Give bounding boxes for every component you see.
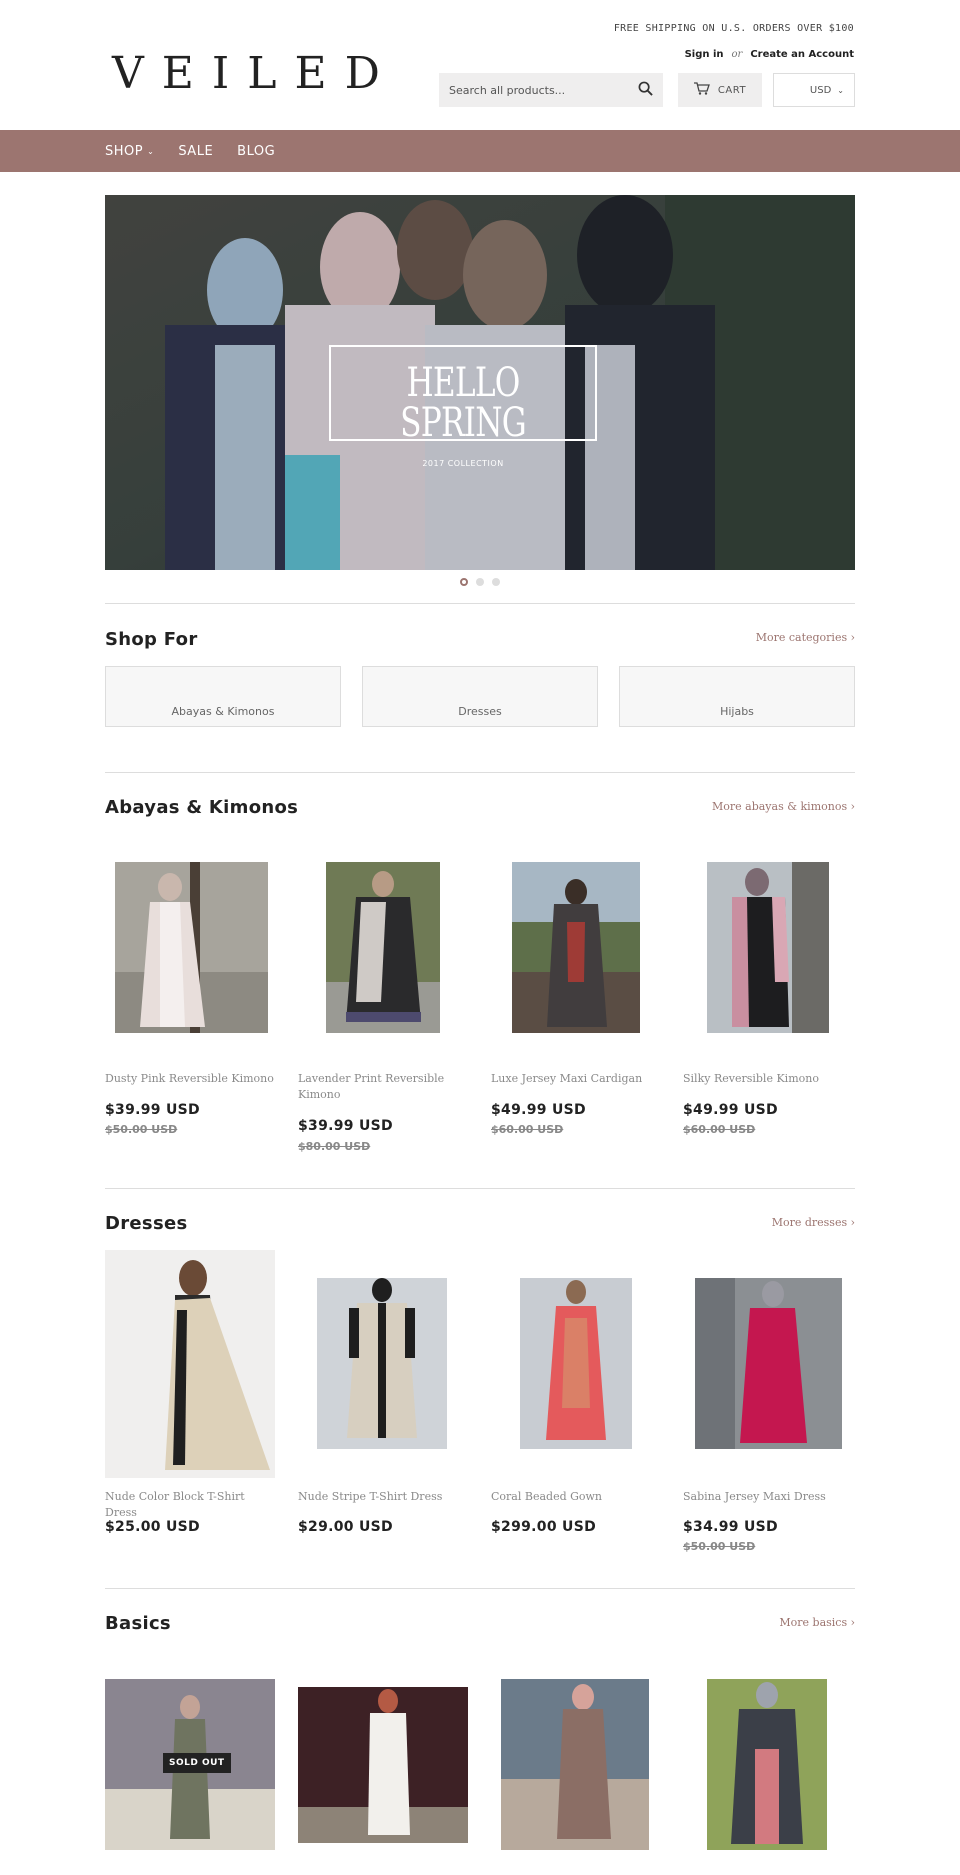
product-card[interactable]: Dusty Pink Reversible Kimono $39.99 USD … <box>105 862 277 1142</box>
divider <box>105 603 855 604</box>
product-image[interactable] <box>707 1679 827 1850</box>
sign-in-link[interactable]: Sign in <box>685 49 724 60</box>
nav-item-label: SALE <box>178 143 214 159</box>
slider-dots <box>0 578 960 586</box>
product-card[interactable] <box>501 1679 673 1850</box>
product-price: $39.99 USD <box>105 1102 200 1118</box>
product-name[interactable]: Sabina Jersey Maxi Dress <box>683 1489 855 1505</box>
nav-item-label: BLOG <box>237 143 276 159</box>
product-compare-price: $60.00 USD <box>683 1123 756 1136</box>
divider <box>105 772 855 773</box>
shop-for-title: Shop For <box>105 629 198 650</box>
more-categories-link[interactable]: More categories › <box>756 631 855 644</box>
abayas-section-title: Abayas & Kimonos <box>105 797 299 818</box>
product-card[interactable]: Nude Color Block T-Shirt Dress $25.00 US… <box>105 1250 277 1535</box>
product-card[interactable] <box>707 1679 879 1850</box>
basics-section-title: Basics <box>105 1613 171 1634</box>
currency-select[interactable]: USD ⌄ <box>773 73 855 107</box>
nav-item-label: SHOP <box>105 143 144 159</box>
more-basics-link[interactable]: More basics › <box>779 1616 855 1629</box>
hero-subtitle: 2017 COLLECTION <box>422 459 504 468</box>
chevron-down-icon: ⌄ <box>837 85 844 95</box>
product-image[interactable] <box>326 862 440 1033</box>
account-links: Sign in or Create an Account <box>685 49 854 60</box>
hero-slide[interactable]: HELLO SPRING 2017 COLLECTION <box>105 195 855 570</box>
nav-item-sale[interactable]: SALE <box>178 144 213 159</box>
shipping-banner: FREE SHIPPING ON U.S. ORDERS OVER $100 <box>613 23 854 34</box>
product-price: $34.99 USD <box>683 1519 778 1535</box>
sold-out-badge: SOLD OUT <box>163 1753 231 1773</box>
product-card[interactable]: Nude Stripe T-Shirt Dress $29.00 USD <box>298 1250 470 1535</box>
product-name[interactable]: Coral Beaded Gown <box>491 1489 663 1505</box>
product-image[interactable] <box>695 1278 842 1449</box>
product-card[interactable]: Lavender Print Reversible Kimono $39.99 … <box>298 862 470 1153</box>
product-name[interactable]: Dusty Pink Reversible Kimono <box>105 1071 277 1087</box>
cart-label: CART <box>717 84 747 96</box>
product-price: $25.00 USD <box>105 1519 200 1535</box>
search-icon[interactable] <box>638 81 653 100</box>
product-compare-price: $80.00 USD <box>298 1140 371 1153</box>
slider-dot[interactable] <box>492 578 500 586</box>
product-price: $29.00 USD <box>298 1519 393 1535</box>
main-nav: SHOP ⌄ SALE BLOG <box>0 130 960 172</box>
search-bar[interactable]: Search all products... <box>439 73 663 107</box>
product-price: $49.99 USD <box>491 1102 586 1118</box>
product-name[interactable]: Luxe Jersey Maxi Cardigan <box>491 1071 663 1087</box>
product-image[interactable] <box>317 1278 447 1449</box>
category-abayas-kimonos[interactable]: Abayas & Kimonos <box>105 666 341 727</box>
product-image[interactable] <box>707 862 829 1033</box>
more-dresses-link[interactable]: More dresses › <box>772 1216 855 1229</box>
create-account-link[interactable]: Create an Account <box>750 49 854 60</box>
product-card[interactable]: Silky Reversible Kimono $49.99 USD $60.0… <box>683 862 855 1142</box>
cart-icon <box>693 82 710 98</box>
product-name[interactable]: Nude Color Block T-Shirt Dress <box>105 1489 277 1521</box>
dresses-section-title: Dresses <box>105 1213 188 1234</box>
hero-caption-box: HELLO SPRING 2017 COLLECTION <box>329 345 597 468</box>
product-name[interactable]: Lavender Print Reversible Kimono <box>298 1071 470 1103</box>
search-input[interactable]: Search all products... <box>449 84 638 97</box>
product-compare-price: $50.00 USD <box>683 1540 756 1553</box>
product-price: $299.00 USD <box>491 1519 597 1535</box>
site-logo[interactable]: VEILED <box>112 48 398 99</box>
product-price: $49.99 USD <box>683 1102 778 1118</box>
product-compare-price: $60.00 USD <box>491 1123 564 1136</box>
product-image[interactable] <box>512 862 640 1033</box>
nav-item-shop[interactable]: SHOP ⌄ <box>105 144 154 159</box>
product-card[interactable]: Coral Beaded Gown $299.00 USD <box>491 1250 663 1535</box>
or-text: or <box>731 49 743 60</box>
product-image[interactable] <box>115 862 268 1033</box>
product-image[interactable] <box>501 1679 649 1850</box>
slider-dot[interactable] <box>476 578 484 586</box>
category-hijabs[interactable]: Hijabs <box>619 666 855 727</box>
chevron-down-icon: ⌄ <box>147 146 155 156</box>
product-compare-price: $50.00 USD <box>105 1123 178 1136</box>
product-card[interactable]: SOLD OUT <box>105 1679 277 1850</box>
category-dresses[interactable]: Dresses <box>362 666 598 727</box>
nav-item-blog[interactable]: BLOG <box>237 144 275 159</box>
site-header: VEILED FREE SHIPPING ON U.S. ORDERS OVER… <box>0 0 960 130</box>
product-card[interactable]: Sabina Jersey Maxi Dress $34.99 USD $50.… <box>683 1250 855 1553</box>
hero-title: HELLO SPRING <box>400 360 527 446</box>
divider <box>105 1188 855 1189</box>
product-image[interactable] <box>105 1250 275 1478</box>
product-image[interactable] <box>520 1278 632 1449</box>
product-name[interactable]: Silky Reversible Kimono <box>683 1071 855 1087</box>
product-name[interactable]: Nude Stripe T-Shirt Dress <box>298 1489 470 1505</box>
cart-button[interactable]: CART <box>678 73 762 107</box>
product-price: $39.99 USD <box>298 1118 393 1134</box>
product-card[interactable]: Luxe Jersey Maxi Cardigan $49.99 USD $60… <box>491 862 663 1142</box>
slider-dot[interactable] <box>460 578 468 586</box>
currency-value: USD <box>809 84 832 96</box>
product-image[interactable] <box>298 1687 468 1843</box>
divider <box>105 1588 855 1589</box>
product-card[interactable] <box>298 1679 470 1850</box>
more-abayas-link[interactable]: More abayas & kimonos › <box>712 800 855 813</box>
